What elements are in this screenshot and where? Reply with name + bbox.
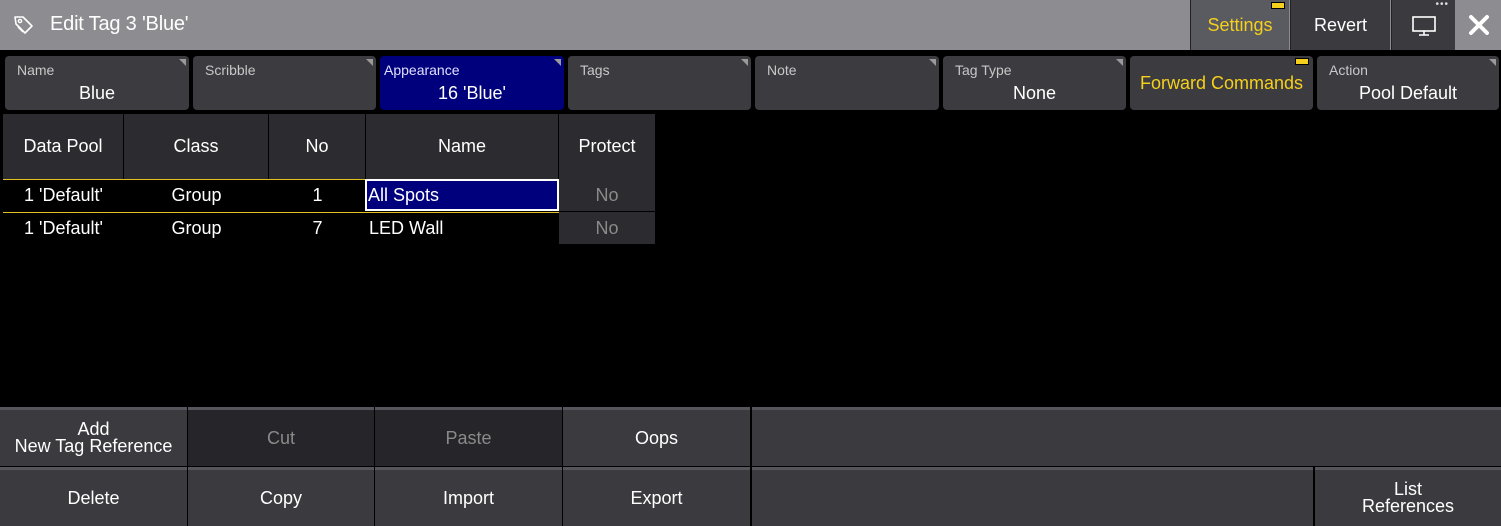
- display-button[interactable]: •••: [1391, 0, 1455, 50]
- list-references-label-line2: References: [1361, 496, 1455, 516]
- name-field-label: Name: [17, 62, 55, 78]
- appearance-field[interactable]: Appearance 16 'Blue': [380, 56, 564, 110]
- forward-commands-toggle[interactable]: Forward Commands: [1130, 56, 1313, 110]
- column-header-data-pool[interactable]: Data Pool: [3, 114, 124, 179]
- cell-no[interactable]: 1: [269, 179, 366, 211]
- tag-type-field-label: Tag Type: [955, 62, 1012, 78]
- cell-no[interactable]: 7: [269, 212, 366, 244]
- copy-button[interactable]: Copy: [188, 467, 374, 526]
- export-button-label: Export: [630, 487, 683, 508]
- toolbar-empty-area: [752, 407, 1501, 466]
- settings-button-label: Settings: [1207, 14, 1273, 35]
- close-button[interactable]: [1456, 0, 1501, 50]
- cell-name[interactable]: All Spots: [365, 179, 559, 211]
- name-field[interactable]: Name Blue: [5, 56, 189, 110]
- table-row[interactable]: 1 'Default' Group 1 All Spots No: [3, 179, 655, 211]
- edit-corner-icon: [741, 59, 748, 66]
- indicator-icon: [1271, 2, 1285, 9]
- action-field-value: Pool Default: [1358, 83, 1458, 103]
- paste-button-label: Paste: [445, 427, 492, 448]
- appearance-field-label: Appearance: [384, 62, 460, 78]
- tags-field[interactable]: Tags: [568, 56, 751, 110]
- forward-commands-label: Forward Commands: [1139, 72, 1304, 93]
- list-references-button[interactable]: List References: [1315, 467, 1501, 526]
- edit-corner-icon: [1116, 59, 1123, 66]
- settings-button[interactable]: Settings: [1190, 0, 1289, 50]
- column-header-class[interactable]: Class: [124, 114, 269, 179]
- table-row[interactable]: 1 'Default' Group 7 LED Wall No: [3, 212, 655, 244]
- cell-class[interactable]: Group: [124, 179, 269, 211]
- tags-field-label: Tags: [580, 62, 610, 78]
- revert-button[interactable]: Revert: [1290, 0, 1390, 50]
- action-field[interactable]: Action Pool Default: [1317, 56, 1499, 110]
- revert-button-label: Revert: [1313, 14, 1367, 35]
- paste-button[interactable]: Paste: [375, 407, 562, 466]
- import-button[interactable]: Import: [375, 467, 562, 526]
- toolbar-empty-area: [752, 467, 1313, 526]
- appearance-field-value: 16 'Blue': [438, 83, 506, 103]
- oops-button[interactable]: Oops: [563, 407, 750, 466]
- indicator-icon: [1295, 58, 1309, 65]
- column-header-name[interactable]: Name: [366, 114, 559, 179]
- column-header-no[interactable]: No: [269, 114, 366, 179]
- copy-button-label: Copy: [259, 487, 303, 508]
- title-bar: Edit Tag 3 'Blue' Settings Revert •••: [0, 0, 1501, 50]
- add-button-label-line2: New Tag Reference: [14, 436, 173, 456]
- delete-button-label: Delete: [67, 487, 120, 508]
- cell-protect[interactable]: No: [559, 179, 655, 211]
- name-field-value: Blue: [78, 83, 116, 103]
- close-icon: [1468, 15, 1489, 35]
- tag-type-field[interactable]: Tag Type None: [943, 56, 1126, 110]
- cell-data-pool[interactable]: 1 'Default': [3, 212, 124, 244]
- window-title: Edit Tag 3 'Blue': [50, 13, 189, 35]
- tag-icon: [14, 16, 33, 34]
- scribble-field[interactable]: Scribble: [193, 56, 376, 110]
- import-button-label: Import: [442, 487, 494, 508]
- column-header-protect[interactable]: Protect: [559, 114, 655, 179]
- cell-data-pool[interactable]: 1 'Default': [3, 179, 124, 211]
- edit-corner-icon: [554, 59, 561, 66]
- cell-name[interactable]: LED Wall: [366, 212, 559, 244]
- delete-button[interactable]: Delete: [0, 467, 187, 526]
- edit-corner-icon: [929, 59, 936, 66]
- more-icon: •••: [1435, 0, 1449, 10]
- edit-corner-icon: [366, 59, 373, 66]
- cell-protect[interactable]: No: [559, 212, 655, 244]
- edit-corner-icon: [179, 59, 186, 66]
- action-field-label: Action: [1329, 62, 1368, 78]
- oops-button-label: Oops: [634, 427, 679, 448]
- cut-button[interactable]: Cut: [188, 407, 374, 466]
- scribble-field-label: Scribble: [205, 62, 256, 78]
- table-header: Data Pool Class No Name Protect: [3, 114, 655, 179]
- note-field-label: Note: [767, 62, 797, 78]
- note-field[interactable]: Note: [755, 56, 939, 110]
- edit-corner-icon: [1489, 59, 1496, 66]
- cell-class[interactable]: Group: [124, 212, 269, 244]
- cut-button-label: Cut: [266, 427, 295, 448]
- export-button[interactable]: Export: [563, 467, 750, 526]
- add-tag-reference-button[interactable]: Add New Tag Reference: [0, 407, 187, 466]
- monitor-icon: [1411, 16, 1436, 36]
- tag-type-field-value: None: [1012, 83, 1057, 103]
